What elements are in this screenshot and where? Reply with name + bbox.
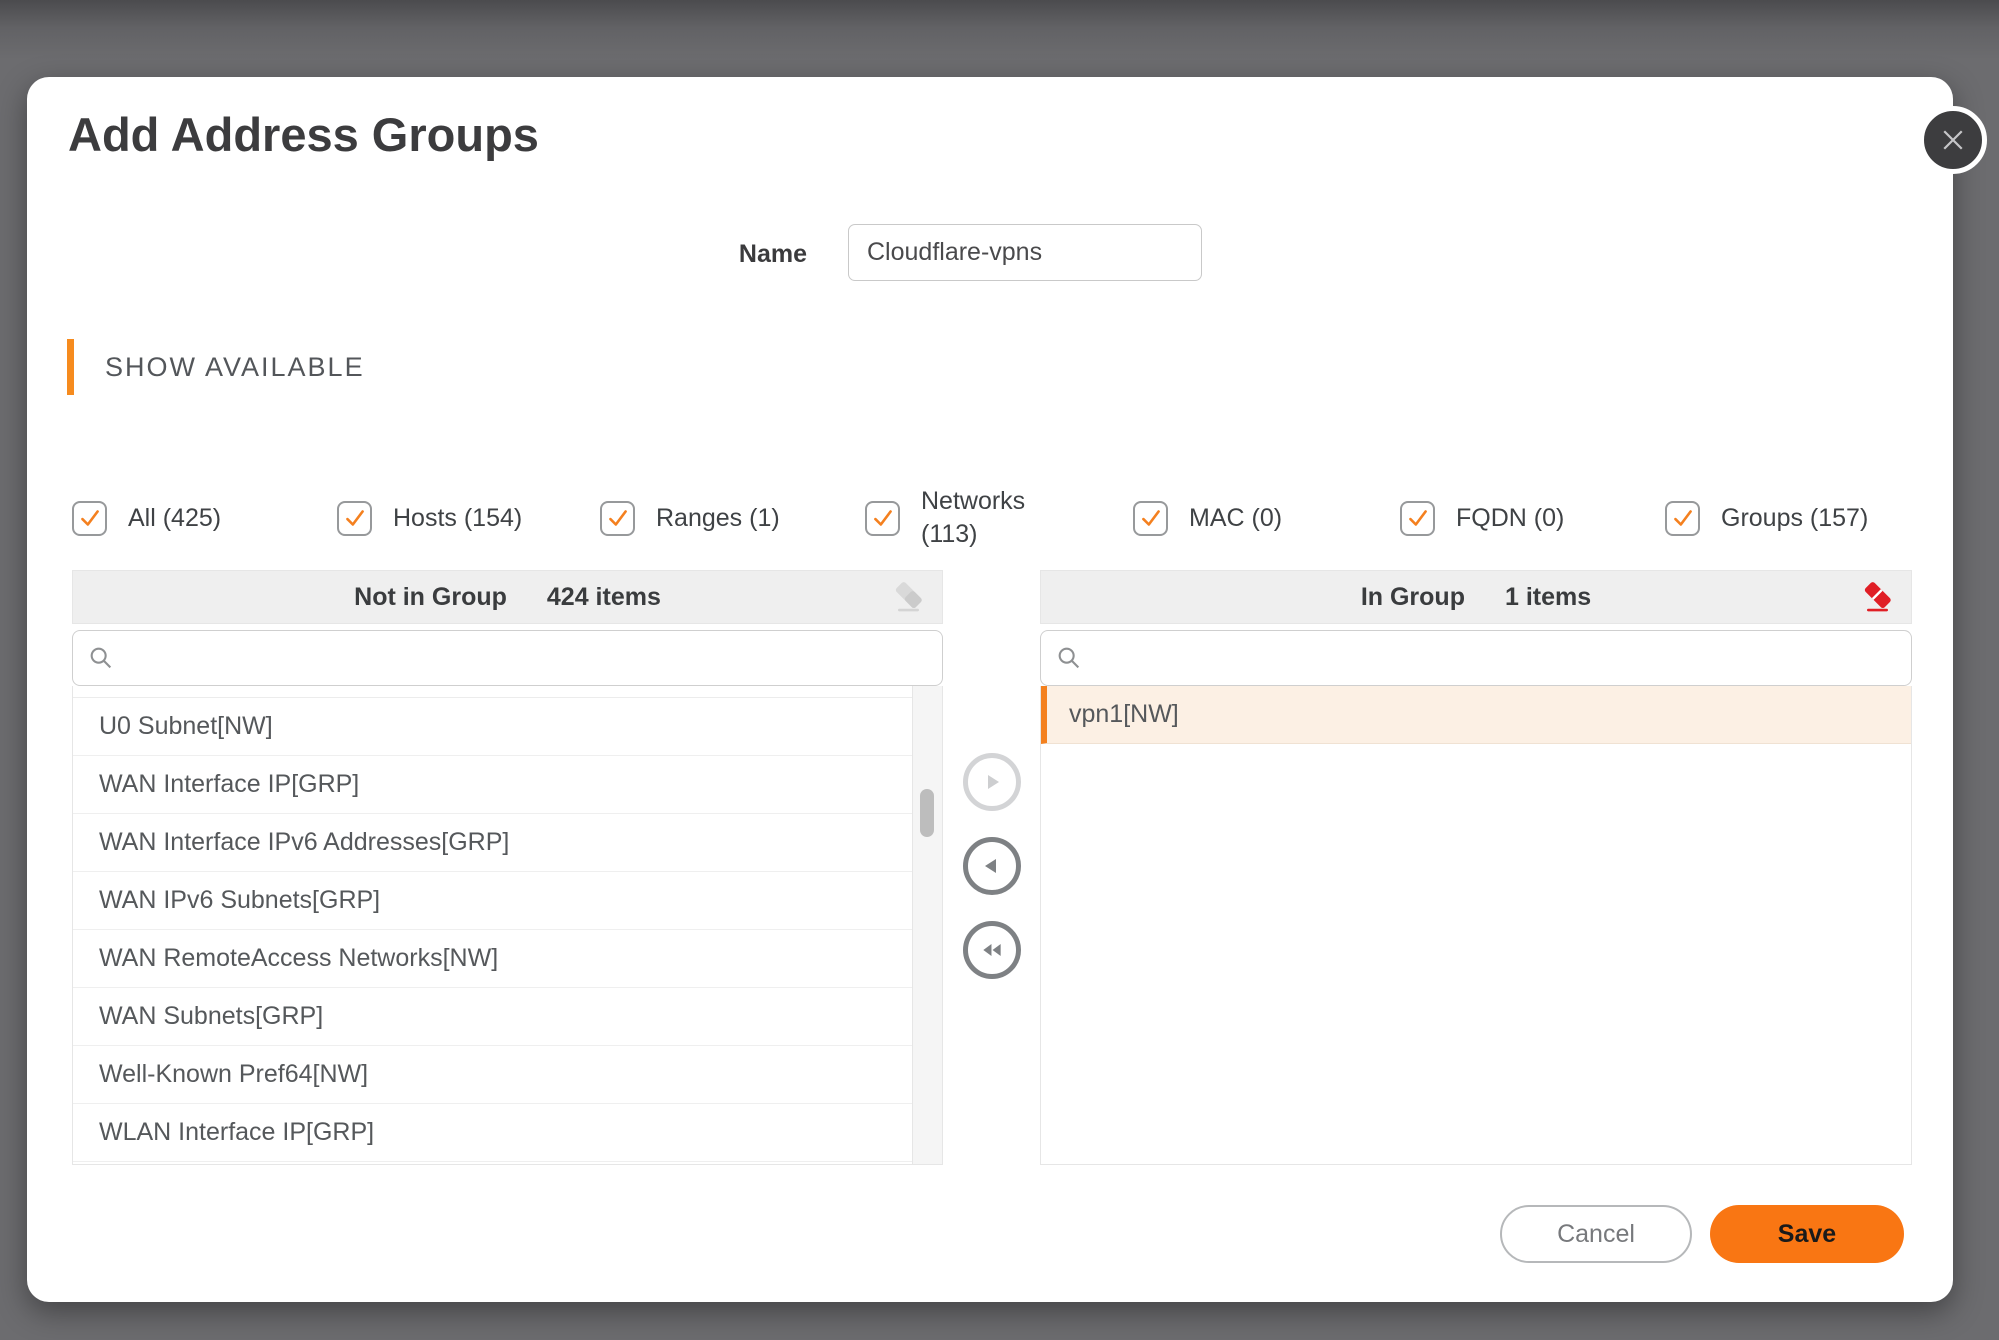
filter-networks[interactable]: Networks (113) <box>865 475 1043 561</box>
checkbox-checked[interactable] <box>337 501 372 536</box>
checkbox-checked[interactable] <box>1133 501 1168 536</box>
double-arrow-left-icon <box>979 937 1005 963</box>
list-item[interactable]: U0 Subnet[NW] <box>73 698 912 756</box>
cancel-button[interactable]: Cancel <box>1500 1205 1692 1263</box>
in-group-list: vpn1[NW] <box>1040 686 1912 1165</box>
move-left-button[interactable] <box>963 837 1021 895</box>
arrow-right-icon <box>980 770 1004 794</box>
section-accent-bar <box>67 339 74 395</box>
name-label: Name <box>667 240 807 269</box>
list-item[interactable]: WAN IPv6 Subnets[GRP] <box>73 872 912 930</box>
filter-label: Ranges (1) <box>656 502 780 535</box>
in-group-search <box>1040 630 1912 686</box>
save-button[interactable]: Save <box>1710 1205 1904 1263</box>
filter-groups[interactable]: Groups (157) <box>1665 475 1868 561</box>
list-item[interactable]: WLAN Interface IP[GRP] <box>73 1104 912 1162</box>
filter-label: MAC (0) <box>1189 502 1282 535</box>
name-input[interactable] <box>848 224 1202 281</box>
checkbox-checked[interactable] <box>1400 501 1435 536</box>
list-item-selected[interactable]: vpn1[NW] <box>1041 686 1911 744</box>
move-right-button[interactable] <box>963 753 1021 811</box>
scrollbar-track[interactable] <box>912 686 942 1164</box>
list-item[interactable]: WAN Subnets[GRP] <box>73 988 912 1046</box>
in-group-panel: In Group 1 items <box>1040 570 1912 1165</box>
clear-list-button[interactable] <box>892 580 928 616</box>
close-button[interactable] <box>1919 106 1987 174</box>
not-in-group-list: U0 Subnet[NW] WAN Interface IP[GRP] WAN … <box>72 686 943 1165</box>
filter-label: Groups (157) <box>1721 502 1868 535</box>
filter-ranges[interactable]: Ranges (1) <box>600 475 780 561</box>
eraser-icon <box>1861 594 1897 622</box>
checkbox-checked[interactable] <box>865 501 900 536</box>
search-icon <box>1055 644 1083 672</box>
clear-list-button[interactable] <box>1861 580 1897 616</box>
transfer-controls <box>943 570 1040 1165</box>
list-item[interactable]: WAN RemoteAccess Networks[NW] <box>73 930 912 988</box>
check-icon <box>870 505 896 531</box>
checkbox-checked[interactable] <box>72 501 107 536</box>
filter-label: Hosts (154) <box>393 502 522 535</box>
arrow-left-icon <box>980 854 1004 878</box>
check-icon <box>1138 505 1164 531</box>
check-icon <box>1405 505 1431 531</box>
in-group-header: In Group 1 items <box>1040 570 1912 624</box>
panel-title: Not in Group <box>354 583 507 612</box>
scrollbar-thumb[interactable] <box>920 789 934 837</box>
page-title: Add Address Groups <box>68 107 539 162</box>
list-item[interactable]: Well-Known Pref64[NW] <box>73 1046 912 1104</box>
checkbox-checked[interactable] <box>600 501 635 536</box>
check-icon <box>1670 505 1696 531</box>
eraser-icon <box>892 594 928 622</box>
type-filter-row: All (425) Hosts (154) Ranges (1) Network… <box>27 475 1953 561</box>
section-heading: SHOW AVAILABLE <box>105 352 365 383</box>
filter-all[interactable]: All (425) <box>72 475 221 561</box>
move-all-left-button[interactable] <box>963 921 1021 979</box>
filter-fqdn[interactable]: FQDN (0) <box>1400 475 1564 561</box>
search-input[interactable] <box>125 644 928 672</box>
partial-row <box>73 686 912 698</box>
show-available-section: SHOW AVAILABLE <box>67 339 365 395</box>
check-icon <box>342 505 368 531</box>
filter-hosts[interactable]: Hosts (154) <box>337 475 522 561</box>
not-in-group-search <box>72 630 943 686</box>
search-input[interactable] <box>1093 644 1897 672</box>
add-address-groups-dialog: Add Address Groups Name SHOW AVAILABLE A… <box>27 77 1953 1302</box>
checkbox-checked[interactable] <box>1665 501 1700 536</box>
check-icon <box>77 505 103 531</box>
not-in-group-panel: Not in Group 424 items <box>72 570 943 1165</box>
panel-count: 1 items <box>1505 583 1591 612</box>
list-item[interactable]: WAN Interface IPv6 Addresses[GRP] <box>73 814 912 872</box>
search-icon <box>87 644 115 672</box>
list-item[interactable]: WAN Interface IP[GRP] <box>73 756 912 814</box>
not-in-group-header: Not in Group 424 items <box>72 570 943 624</box>
close-icon <box>1938 125 1968 155</box>
filter-mac[interactable]: MAC (0) <box>1133 475 1282 561</box>
filter-label: All (425) <box>128 502 221 535</box>
check-icon <box>605 505 631 531</box>
filter-label: FQDN (0) <box>1456 502 1564 535</box>
panel-title: In Group <box>1361 583 1465 612</box>
panel-count: 424 items <box>547 583 661 612</box>
filter-label: Networks (113) <box>921 485 1043 551</box>
